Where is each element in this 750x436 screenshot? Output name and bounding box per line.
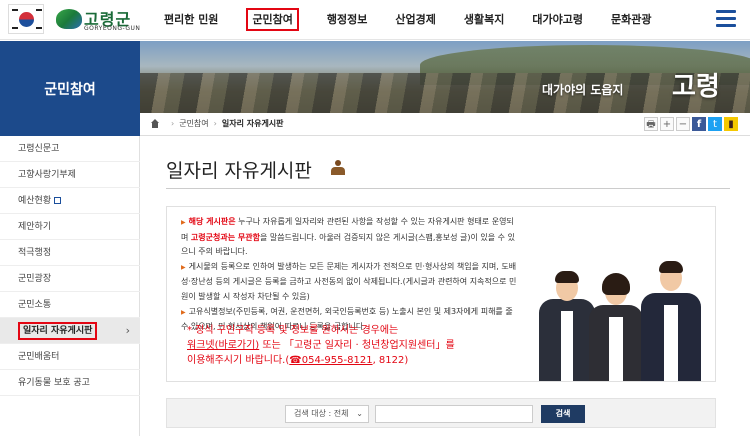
- nav-culture-tour[interactable]: 문화관광: [602, 0, 660, 40]
- kakaostory-icon[interactable]: ▮: [724, 117, 738, 131]
- chevron-down-icon: ⌄: [356, 409, 363, 418]
- search-input[interactable]: [375, 405, 533, 423]
- worknet-link[interactable]: 워크넷(바로가기): [187, 340, 259, 351]
- twitter-icon[interactable]: t: [708, 117, 722, 131]
- sidebar-item-hometown-donation[interactable]: 고향사랑기부제: [0, 162, 140, 188]
- breadcrumb: › 군민참여 › 일자리 자유게시판: [150, 118, 284, 129]
- external-link-icon: [54, 197, 62, 204]
- section-title: 군민참여: [44, 82, 96, 98]
- sidebar-item-stray-animals[interactable]: 유기동물 보호 공고: [0, 370, 140, 396]
- breadcrumb-item[interactable]: 군민참여: [179, 118, 208, 129]
- site-header: 고령군 GORYEONG-GUN 편리한 민원 군민참여 행정정보 산업경제 생…: [0, 0, 750, 40]
- section-title-box: 군민참여: [0, 41, 140, 136]
- nav-admin-info[interactable]: 행정정보: [318, 0, 376, 40]
- sidebar-item-learning[interactable]: 군민배움터: [0, 344, 140, 370]
- zoom-out-icon[interactable]: −: [676, 117, 690, 131]
- breadcrumb-bar: › 군민참여 › 일자리 자유게시판 🖶 + − f t ▮: [140, 113, 750, 136]
- phone-number: ☎054-955-8121: [289, 355, 373, 366]
- nav-welfare[interactable]: 생활복지: [455, 0, 513, 40]
- print-icon[interactable]: 🖶: [644, 117, 658, 131]
- nav-citizen-participation[interactable]: 군민참여: [237, 0, 307, 40]
- nav-convenient-civil[interactable]: 편리한 민원: [155, 0, 227, 40]
- sidebar-item-job-board[interactable]: 일자리 자유게시판 ›: [0, 318, 140, 344]
- sidebar: 고령신문고 고향사랑기부제 예산현황 제안하기 적극행정 군민광장 군민소통 일…: [0, 136, 140, 436]
- sidebar-item-citizen-plaza[interactable]: 군민광장: [0, 266, 140, 292]
- search-target-select[interactable]: 검색 대상 : 전체 ⌄: [285, 405, 369, 423]
- notice-text: ▶ 해당 게시판은 누구나 자유롭게 일자리와 관련된 사항을 작성할 수 있는 …: [181, 217, 517, 332]
- banner-slogan-big: 고령: [672, 72, 720, 102]
- hamburger-menu-icon[interactable]: [716, 10, 736, 28]
- notice-warning: * 정식 구인구직 등록 및 정보를 원하시는 경우에는 워크넷(바로가기) 또…: [187, 325, 455, 366]
- sidebar-item-active-admin[interactable]: 적극행정: [0, 240, 140, 266]
- page-title: 일자리 자유게시판: [166, 160, 312, 182]
- facebook-icon[interactable]: f: [692, 117, 706, 131]
- notice-box: ▶ 해당 게시판은 누구나 자유롭게 일자리와 관련된 사항을 작성할 수 있는 …: [166, 206, 716, 382]
- chevron-right-icon: ›: [125, 324, 130, 337]
- sidebar-item-citizen-comm[interactable]: 군민소통: [0, 292, 140, 318]
- breadcrumb-current[interactable]: 일자리 자유게시판: [222, 118, 284, 129]
- banner-slogan: 대가야의 도읍지: [542, 83, 624, 97]
- zoom-in-icon[interactable]: +: [660, 117, 674, 131]
- sidebar-item-budget[interactable]: 예산현황: [0, 188, 140, 214]
- search-bar: 검색 대상 : 전체 ⌄ 검색: [166, 398, 716, 428]
- goryeong-logo[interactable]: 고령군 GORYEONG-GUN: [56, 6, 146, 34]
- home-icon[interactable]: [150, 119, 160, 128]
- title-divider: [166, 188, 730, 189]
- logo-sub: GORYEONG-GUN: [84, 25, 141, 32]
- main-nav: 편리한 민원 군민참여 행정정보 산업경제 생활복지 대가야고령 문화관광: [155, 0, 670, 40]
- nav-daegaya[interactable]: 대가야고령: [523, 0, 592, 40]
- business-people-image: [529, 231, 709, 381]
- person-icon: [330, 160, 346, 176]
- nav-industry-economy[interactable]: 산업경제: [386, 0, 444, 40]
- search-button[interactable]: 검색: [541, 405, 585, 423]
- sidebar-item-sinmungo[interactable]: 고령신문고: [0, 136, 140, 162]
- sidebar-item-proposal[interactable]: 제안하기: [0, 214, 140, 240]
- korea-flag-icon: [8, 4, 44, 34]
- page-tools: 🖶 + − f t ▮: [642, 117, 738, 131]
- logo-mark-icon: [56, 9, 82, 29]
